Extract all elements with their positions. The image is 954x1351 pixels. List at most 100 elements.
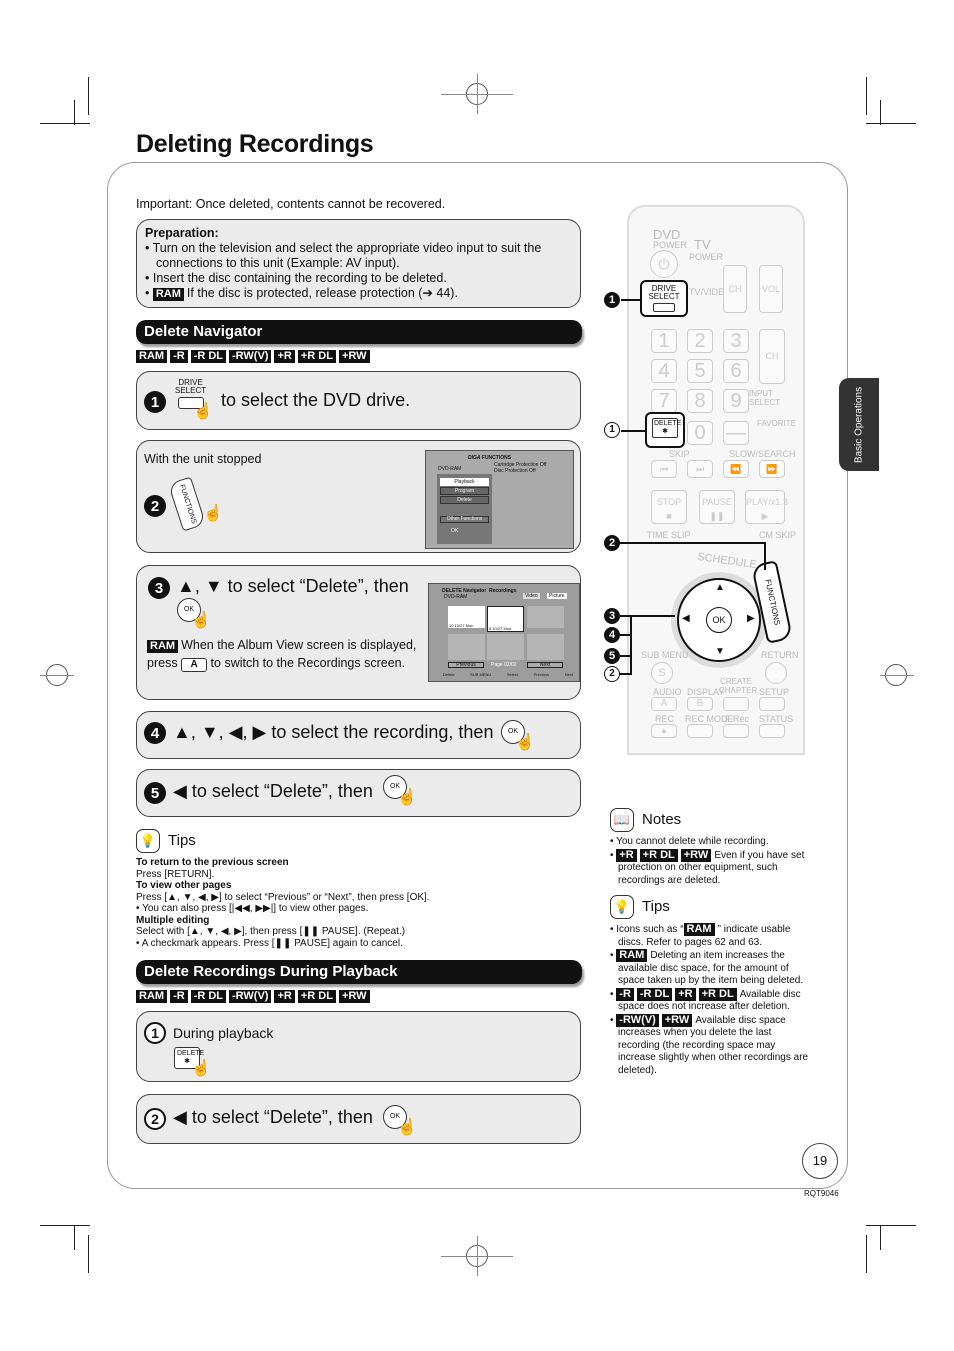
disc-badge: -RW(V) <box>229 990 272 1003</box>
digit-button: 7 <box>651 389 677 413</box>
fast-forward-icon: ⏩ <box>759 460 785 478</box>
disc-badge: +RW <box>338 990 370 1003</box>
preparation-box: Preparation: Turn on the television and … <box>136 219 581 308</box>
step-5-box: 5 ◀ to select “Delete”, then OK ☝ <box>136 769 581 817</box>
digit-button: 2 <box>687 329 713 353</box>
thumbnail-empty <box>448 634 485 660</box>
play-button: PLAY/x1.3 ▶ <box>745 490 788 524</box>
rewind-icon: ⏪ <box>723 460 749 478</box>
callout-number: 1 <box>604 292 620 308</box>
menu-item-other-functions: Other Functions <box>440 516 489 523</box>
thumbnail: 10 10/27 Mon <box>448 606 485 628</box>
disc-badge: RAM <box>136 990 168 1003</box>
ok-key-icon: OK ☝ <box>501 720 535 751</box>
return-button <box>765 662 787 684</box>
digit-button: 0 <box>687 421 713 445</box>
remote-label: STATUS <box>759 714 794 724</box>
crop-mark <box>40 1225 90 1226</box>
callout-number: 2 <box>604 535 620 551</box>
remote-label: FAVORITE <box>757 419 796 428</box>
disc-badge: -R <box>170 350 188 363</box>
preparation-heading: Preparation: <box>145 226 219 240</box>
disc-badge: -R DL <box>190 990 226 1003</box>
hand-icon: ☝ <box>191 1060 211 1077</box>
section-tab: Basic Operations <box>839 378 879 471</box>
crop-mark <box>866 123 916 124</box>
crop-mark <box>40 123 90 124</box>
crop-mark <box>477 74 478 114</box>
arrow-up-icon: ▲ <box>715 582 725 593</box>
sub-menu-button: S <box>651 662 673 684</box>
callout-line <box>620 542 766 544</box>
hand-icon: ☝ <box>193 403 213 420</box>
step-4-text: ▲, ▼, ◀, ▶ to select the recording, then <box>173 722 494 742</box>
rec-mode-button <box>687 724 713 738</box>
previous-button: Previous <box>448 662 484 668</box>
lightbulb-icon: 💡 <box>136 829 160 853</box>
notes-section: 📖 Notes • You cannot delete while recordi… <box>610 808 810 887</box>
stop-button: STOP ■ <box>651 490 687 524</box>
step-4-box: 4 ▲, ▼, ◀, ▶ to select the recording, th… <box>136 711 581 759</box>
remote-label: SKIP <box>669 449 690 459</box>
f-rec-button <box>723 724 749 738</box>
disc-badge: +R DL <box>297 990 336 1003</box>
screen-title: DIGA FUNCTIONS <box>468 455 512 461</box>
disc-badge: -R <box>170 990 188 1003</box>
playback-step-1-box: 1 During playback DELETE ✱ ☝ <box>136 1011 581 1082</box>
functions-menu: Playback Program Delete Other Functions … <box>437 474 492 544</box>
remote-label: CM SKIP <box>759 530 797 540</box>
recordings-screen: DELETE Navigator Recordings DVD-RAM Vide… <box>428 583 580 682</box>
disc-badges: RAM -R -R DL -RW(V) +R +R DL +RW <box>136 990 373 1003</box>
step-1-text: to select the DVD drive. <box>221 390 411 410</box>
playback-step-2-text: ◀ to select “Delete”, then <box>173 1107 373 1127</box>
thumbnail-empty <box>527 634 564 660</box>
video-tab: Video <box>523 593 540 599</box>
crop-mark <box>88 77 89 115</box>
tip-heading: Multiple editing <box>136 914 210 926</box>
callout-line <box>620 655 631 657</box>
skip-forward-icon: ⏭ <box>687 460 713 478</box>
digit-button: 6 <box>723 359 749 383</box>
disc-badge: +R DL <box>297 350 336 363</box>
hand-icon: ☝ <box>191 612 211 629</box>
digit-button: 3 <box>723 329 749 353</box>
tip-item: • -R -R DL +R +R DL Available disc space doe… <box>610 987 801 1012</box>
notes-title: Notes <box>642 811 682 829</box>
step-3-text: ▲, ▼ to select “Delete”, then <box>177 576 409 596</box>
remote-label: F Rec <box>725 714 750 724</box>
callout-number: 4 <box>604 627 620 643</box>
ok-key-icon: OK ☝ <box>383 775 417 806</box>
step-number: 1 <box>144 1022 166 1044</box>
hand-icon: ☝ <box>397 789 417 806</box>
remote-label: TIME SLIP <box>647 530 691 540</box>
tip-item: • -RW(V) +RW Available disc space increase… <box>610 1013 809 1076</box>
disc-badge: +R <box>274 990 295 1003</box>
drive-select-callout: DRIVE SELECT <box>640 280 688 317</box>
callout-number: 2 <box>604 666 620 682</box>
step-number: 1 <box>144 391 166 413</box>
functions-screen: DIGA FUNCTIONS DVD-RAM Cartridge Protect… <box>425 450 574 549</box>
section-header-delete-navigator: Delete Navigator <box>136 320 582 344</box>
step-1-box: 1 DRIVE SELECT ☝ to select the DVD drive… <box>136 371 581 430</box>
digit-button: 9 <box>723 389 749 413</box>
functions-key-icon: FUNCTIONS <box>167 476 207 532</box>
tip-heading: To return to the previous screen <box>136 857 289 868</box>
screen-footer: Delete SUB MENU Select Previous Next <box>443 672 573 677</box>
disc-badge: RAM <box>147 640 179 653</box>
remote-label: POWER <box>689 252 724 262</box>
next-button: Next <box>527 662 563 668</box>
book-icon: 📖 <box>610 808 634 832</box>
power-icon: ⏻ <box>650 250 678 278</box>
disc-badges: RAM -R -R DL -RW(V) +R +R DL +RW <box>136 350 373 363</box>
setup-button <box>759 697 785 711</box>
b-button: B <box>687 697 713 711</box>
remote-label: SETUP <box>759 687 790 697</box>
skip-back-icon: ⏮ <box>651 460 677 478</box>
digit-button: 1 <box>651 329 677 353</box>
ok-button: OK <box>706 607 732 633</box>
section-header-during-playback: Delete Recordings During Playback <box>136 960 582 984</box>
playback-step-2-box: 2 ◀ to select “Delete”, then OK ☝ <box>136 1094 581 1144</box>
crop-mark <box>40 675 74 676</box>
rec-button: ● <box>651 724 677 738</box>
callout-number: 3 <box>604 608 620 624</box>
